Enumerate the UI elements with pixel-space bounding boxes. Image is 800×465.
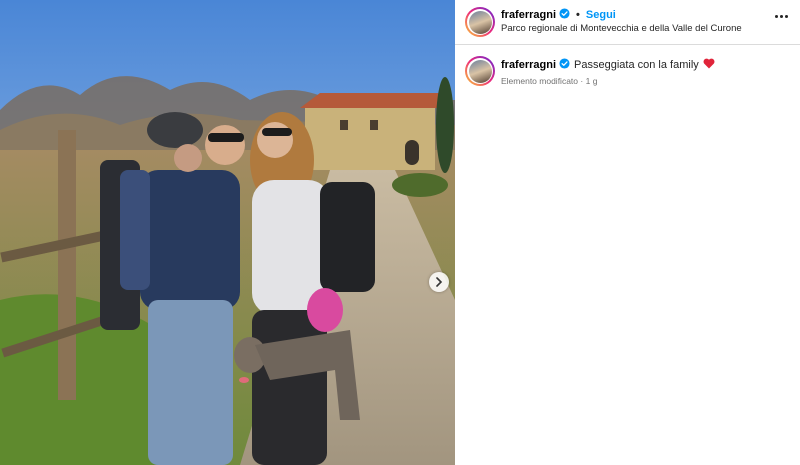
avatar[interactable] bbox=[465, 7, 495, 37]
username-link[interactable]: fraferragni bbox=[501, 9, 556, 21]
caption-avatar[interactable] bbox=[465, 56, 495, 86]
photo-scene bbox=[0, 0, 455, 465]
verified-badge-icon bbox=[559, 8, 570, 22]
caption: fraferragni Passeggiata con la family bbox=[501, 58, 715, 72]
caption-meta: Elemento modificato · 1 g bbox=[501, 76, 597, 86]
chevron-right-icon bbox=[436, 277, 443, 287]
location-link[interactable]: Parco regionale di Montevecchia e della … bbox=[501, 23, 742, 34]
caption-text: Passeggiata con la family bbox=[574, 59, 699, 71]
post-photo[interactable] bbox=[0, 0, 455, 465]
separator-dot: • bbox=[576, 9, 580, 21]
follow-button[interactable]: Segui bbox=[586, 9, 616, 21]
post-side-panel: fraferragni • Segui Parco regionale di M… bbox=[455, 0, 800, 465]
meta-separator: · bbox=[580, 76, 584, 86]
header-user-row: fraferragni • Segui bbox=[501, 8, 616, 22]
edited-label: Elemento modificato bbox=[501, 76, 579, 86]
verified-badge-icon bbox=[559, 58, 570, 72]
heart-emoji-icon bbox=[703, 58, 715, 72]
more-options-icon[interactable] bbox=[775, 15, 788, 18]
next-slide-button[interactable] bbox=[429, 272, 449, 292]
post-age: 1 g bbox=[585, 76, 598, 86]
post-header: fraferragni • Segui Parco regionale di M… bbox=[455, 0, 800, 45]
caption-username[interactable]: fraferragni bbox=[501, 59, 556, 71]
